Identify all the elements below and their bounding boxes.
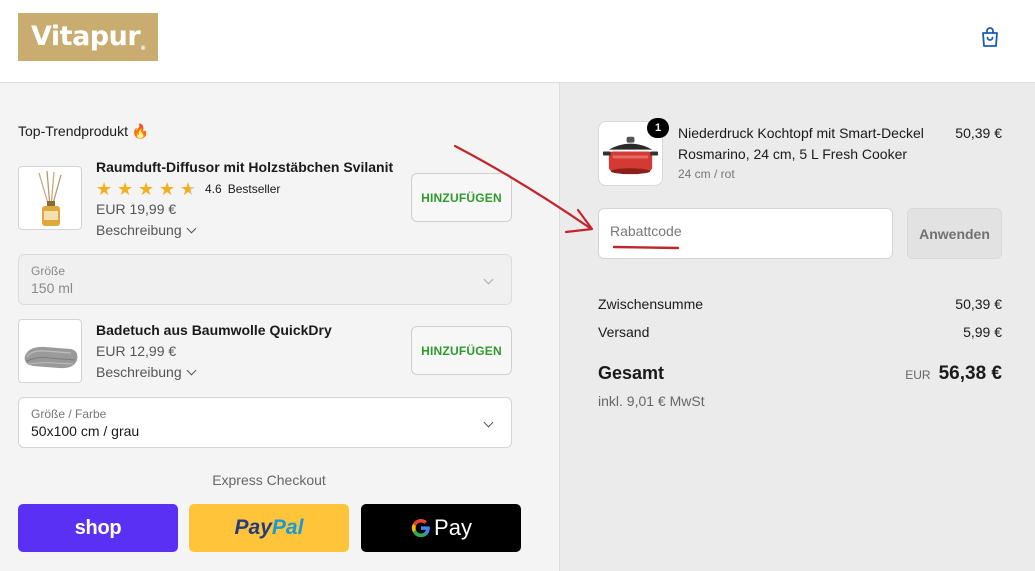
product-rating: ★ ★ ★ ★ ★ 4.6 Bestseller (96, 180, 280, 198)
cart-item-name: Niederdruck Kochtopf mit Smart-Deckel Ro… (678, 125, 924, 162)
upsell-title: Top-Trendprodukt 🔥 (18, 123, 150, 139)
add-diffuser-button[interactable]: HINZUFÜGEN (411, 173, 512, 222)
google-g-icon (411, 518, 430, 538)
paypal-button[interactable]: Pay Pal (189, 504, 349, 552)
discount-code-input[interactable] (610, 223, 880, 239)
quantity-badge: 1 (647, 118, 669, 138)
brand-logo[interactable]: Vitapur® (18, 13, 158, 61)
google-pay-button[interactable]: Pay (361, 504, 521, 552)
total-row: Gesamt EUR 56,38 € (598, 363, 1002, 384)
rating-value: 4.6 (205, 182, 222, 196)
site-header: Vitapur® (0, 0, 1035, 83)
shop-pay-button[interactable]: shop (18, 504, 178, 552)
size-color-select[interactable]: Größe / Farbe 50x100 cm / grau (18, 397, 512, 448)
product-name[interactable]: Badetuch aus Baumwolle QuickDry (96, 322, 332, 338)
subtotal-row: Zwischensumme 50,39 € (598, 296, 1002, 312)
star-icon: ★ (96, 179, 113, 199)
towel-thumbnail[interactable] (18, 319, 82, 383)
half-star-icon: ★ (180, 180, 201, 198)
chevron-down-icon (483, 274, 494, 285)
cart-item-price: 50,39 € (955, 125, 1002, 141)
add-towel-button[interactable]: HINZUFÜGEN (411, 326, 512, 375)
discount-code-field[interactable] (598, 208, 893, 259)
cart-item-variant: 24 cm / rot (678, 167, 735, 181)
apply-discount-button[interactable]: Anwenden (907, 208, 1002, 259)
order-summary: 1 Niederdruck Kochtopf mit Smart-Deckel … (560, 83, 1035, 571)
product-price: EUR 12,99 € (96, 343, 177, 359)
chevron-down-icon (483, 417, 494, 428)
shopping-bag-icon[interactable] (978, 25, 1002, 49)
description-toggle[interactable]: Beschreibung (96, 364, 197, 380)
star-icon: ★ (138, 179, 155, 199)
upsell-panel: Top-Trendprodukt 🔥 Raumduft-Diffusor mit… (0, 83, 560, 571)
bestseller-badge: Bestseller (227, 182, 281, 196)
star-icon: ★ (117, 179, 134, 199)
shipping-row: Versand 5,99 € (598, 324, 1002, 340)
tax-note: inkl. 9,01 € MwSt (598, 393, 705, 409)
size-select[interactable]: Größe 150 ml (18, 254, 512, 305)
star-icon: ★ (159, 179, 176, 199)
description-toggle[interactable]: Beschreibung (96, 222, 197, 238)
product-price: EUR 19,99 € (96, 201, 177, 217)
diffuser-thumbnail[interactable] (18, 166, 82, 230)
product-name[interactable]: Raumduft-Diffusor mit Holzstäbchen Svila… (96, 159, 393, 175)
express-checkout-label: Express Checkout (212, 472, 326, 488)
chevron-down-icon (186, 365, 197, 376)
chevron-down-icon (186, 223, 197, 234)
